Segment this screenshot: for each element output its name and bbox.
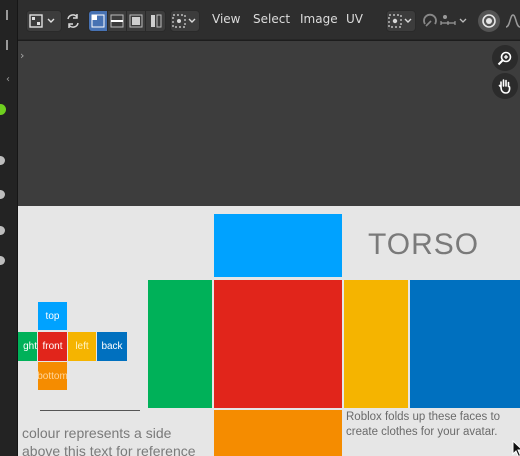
left-toolbar-strip: ‹ xyxy=(0,0,18,456)
overlay-toggle[interactable] xyxy=(478,10,500,32)
legend-caption-line: colour represents a side xyxy=(22,425,172,441)
menu-view[interactable]: View xyxy=(212,12,240,26)
pivot-point-selector[interactable] xyxy=(170,10,200,32)
template-title: TORSO xyxy=(368,228,480,261)
status-dot-icon xyxy=(0,104,6,115)
edge-select-icon xyxy=(110,14,124,28)
menu-select[interactable]: Select xyxy=(253,12,290,26)
legend-right: ght xyxy=(18,332,37,361)
strip-tab[interactable] xyxy=(0,40,8,50)
zoom-icon xyxy=(497,51,512,66)
clothing-template-image[interactable]: TORSO top ght front left back bottom Rob… xyxy=(18,206,520,456)
torso-left-face xyxy=(344,280,408,408)
falloff-icon xyxy=(505,14,520,28)
snap-icon xyxy=(388,14,412,28)
vertex-select-icon xyxy=(91,14,105,28)
legend-caption-line: above this text for reference xyxy=(22,443,196,456)
handle-dot[interactable] xyxy=(0,226,5,235)
legend-caption: colour represents a side above this text… xyxy=(22,424,196,456)
torso-back-face xyxy=(410,280,520,408)
uv-editor-viewport[interactable]: › xyxy=(18,41,520,206)
legend-front: front xyxy=(38,332,67,361)
editor-type-selector[interactable] xyxy=(26,10,62,32)
island-select-button[interactable] xyxy=(146,11,165,31)
torso-right-face xyxy=(148,280,212,408)
legend-back: back xyxy=(97,332,127,361)
menu-image[interactable]: Image xyxy=(300,12,338,26)
torso-front-face xyxy=(214,280,342,408)
snap-selector[interactable] xyxy=(386,10,416,32)
face-select-icon xyxy=(129,14,143,28)
handle-dot[interactable] xyxy=(0,256,5,265)
menu-uv[interactable]: UV xyxy=(346,12,363,26)
face-select-button[interactable] xyxy=(127,11,146,31)
overlay-icon xyxy=(482,14,496,28)
edge-select-button[interactable] xyxy=(108,11,127,31)
proportional-editing-icon xyxy=(423,13,467,27)
uv-sync-toggle[interactable] xyxy=(62,10,84,32)
legend-bottom: bottom xyxy=(38,362,67,390)
legend-top: top xyxy=(38,302,67,330)
fold-caption-line: create clothes for your avatar. xyxy=(346,426,498,438)
select-mode-group xyxy=(88,10,166,32)
torso-top-face xyxy=(214,214,342,277)
legend-left: left xyxy=(68,332,96,361)
expand-arrow-icon[interactable]: ‹ xyxy=(6,74,10,85)
zoom-button[interactable] xyxy=(492,45,518,71)
pivot-point-icon xyxy=(172,14,196,28)
toolbar-expand-icon[interactable]: › xyxy=(20,49,24,62)
mouse-cursor-icon xyxy=(512,440,520,456)
strip-tab[interactable] xyxy=(0,10,8,20)
uv-editor-icon xyxy=(29,14,55,28)
uv-editor-header: View Select Image UV xyxy=(18,0,520,40)
fold-caption-line: Roblox folds up these faces to xyxy=(346,411,501,423)
divider xyxy=(40,410,140,411)
pan-button[interactable] xyxy=(492,73,518,99)
handle-dot[interactable] xyxy=(0,190,5,199)
fold-caption: Roblox folds up these faces to create cl… xyxy=(346,410,500,440)
vertex-select-button[interactable] xyxy=(89,11,108,31)
proportional-editing-controls[interactable] xyxy=(422,10,478,32)
falloff-selector[interactable] xyxy=(502,10,520,32)
torso-bottom-face xyxy=(214,410,342,456)
island-select-icon xyxy=(150,14,161,28)
handle-dot[interactable] xyxy=(0,156,5,165)
hand-pan-icon xyxy=(498,79,511,94)
uv-sync-icon xyxy=(67,14,79,28)
